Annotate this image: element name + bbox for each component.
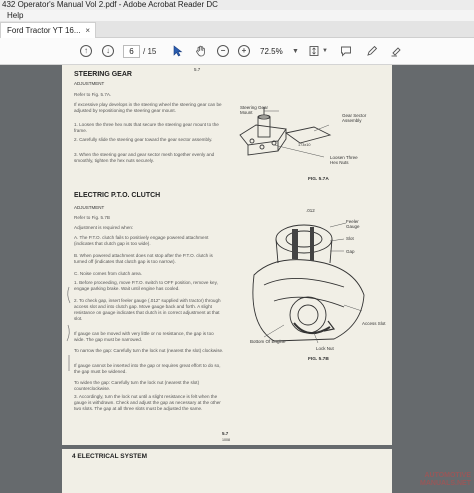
pto-step-1: 1. Before proceeding, move P.T.O. switch…	[74, 280, 218, 291]
close-icon[interactable]: ×	[85, 23, 90, 38]
up-arrow-icon[interactable]: ↑	[78, 43, 94, 59]
zoom-out-icon[interactable]: −	[215, 43, 231, 59]
pto-note-3: If gauge cannot be inserted into the gap…	[74, 363, 221, 374]
pto-condition-b: B. When powered attachment does not stop…	[74, 253, 213, 264]
fig-caption-b: FIG. 5.7B	[308, 357, 329, 362]
pto-note-4: To widen the gap: Carefully turn the loc…	[74, 380, 200, 391]
pto-condition-a: A. The P.T.O. clutch fails to positively…	[74, 235, 209, 246]
steering-intro: If excessive play develops in the steeri…	[74, 102, 222, 113]
chevron-down-icon[interactable]: ▼	[292, 45, 299, 58]
next-page-heading: 4 ELECTRICAL SYSTEM	[72, 453, 148, 460]
window-title: 432 Operator's Manual Vol 2.pdf - Adobe …	[0, 0, 474, 10]
pto-condition-c: C. Noise comes from clutch area.	[74, 271, 142, 276]
label-012: .012	[306, 208, 315, 213]
pto-heading: ELECTRIC P.T.O. CLUTCH	[74, 192, 161, 199]
page-code: 1008	[222, 438, 230, 442]
page-total: / 15	[143, 47, 157, 56]
comment-icon[interactable]	[338, 43, 354, 59]
tab-label: Ford Tractor YT 16...	[7, 26, 81, 35]
pdf-page: 5.7 STEERING GEAR ADJUSTMENT Refer to Fi…	[62, 65, 392, 445]
steering-heading: STEERING GEAR	[74, 71, 132, 78]
label-bottom-engine: Bottom Of Engine	[250, 339, 286, 344]
menu-help[interactable]: Help	[7, 11, 23, 20]
pen-icon[interactable]	[364, 43, 380, 59]
steering-step-3: 3. When the steering gear and gear secto…	[74, 152, 215, 163]
hand-icon[interactable]	[193, 43, 209, 59]
label-feeler-gauge: Feeler Gauge	[346, 219, 360, 229]
tab-bar: Ford Tractor YT 16... ×	[0, 21, 474, 38]
steering-subheading: ADJUSTMENT	[74, 81, 105, 86]
watermark: AUTOMOTIVE MANUALS.NET	[420, 472, 471, 487]
menu-bar: Help	[0, 10, 474, 21]
page-number: 5.7	[222, 431, 229, 436]
pto-refer: Refer to Fig. 5.7B	[74, 215, 111, 220]
pto-step-2: 2. To check gap, insert feeler gauge (.0…	[74, 298, 221, 321]
label-slot: Slot	[346, 236, 354, 241]
steering-step-1: 1. Loosen the three hex nuts that secure…	[74, 122, 219, 133]
steering-refer: Refer to Fig. 5.7A.	[74, 92, 112, 97]
label-gap: Gap	[346, 249, 355, 254]
pto-subheading: ADJUSTMENT	[74, 205, 105, 210]
steering-step-2: 2. Carefully slide the steering gear tow…	[74, 137, 213, 142]
label-lock-nut: Lock Nut	[316, 346, 334, 351]
page-number-input[interactable]: 6	[123, 45, 140, 58]
tab-document[interactable]: Ford Tractor YT 16... ×	[0, 22, 96, 38]
page-top-number: 5.7	[194, 67, 201, 72]
fig-caption-a: FIG. 5.7A	[308, 177, 329, 182]
down-arrow-icon[interactable]: ↓	[100, 43, 116, 59]
pto-required: Adjustment is required when:	[74, 225, 134, 230]
document-viewer[interactable]: 5.7 STEERING GEAR ADJUSTMENT Refer to Fi…	[0, 65, 474, 493]
select-cursor-icon[interactable]	[170, 43, 186, 59]
label-steering-gear-mount: Steering Gear Mount	[240, 105, 269, 115]
pto-step-3: 3. Accordingly, turn the lock nut until …	[74, 394, 221, 411]
highlight-icon[interactable]	[388, 43, 404, 59]
label-access-slot: Access Slot	[362, 321, 386, 326]
label-gear-sector: Gear Sector Assembly	[342, 113, 367, 123]
pto-note-1: If gauge can be moved with very little o…	[74, 331, 214, 342]
pto-note-2: To narrow the gap: Carefully turn the lo…	[74, 348, 224, 353]
toolbar: ↑ ↓ 6 / 15 − + 72.5% ▼ ▼	[0, 38, 474, 65]
label-fig-code: 173x10	[298, 143, 311, 147]
label-loosen-nuts: Loosen Three Hex Nuts	[330, 155, 358, 165]
zoom-in-icon[interactable]: +	[236, 43, 252, 59]
zoom-level[interactable]: 72.5%	[260, 45, 294, 58]
pdf-next-page: 4 ELECTRICAL SYSTEM	[62, 449, 392, 493]
pto-clutch-diagram	[252, 222, 365, 344]
margin-marks	[66, 286, 71, 371]
chevron-down-icon[interactable]: ▼	[317, 43, 333, 59]
